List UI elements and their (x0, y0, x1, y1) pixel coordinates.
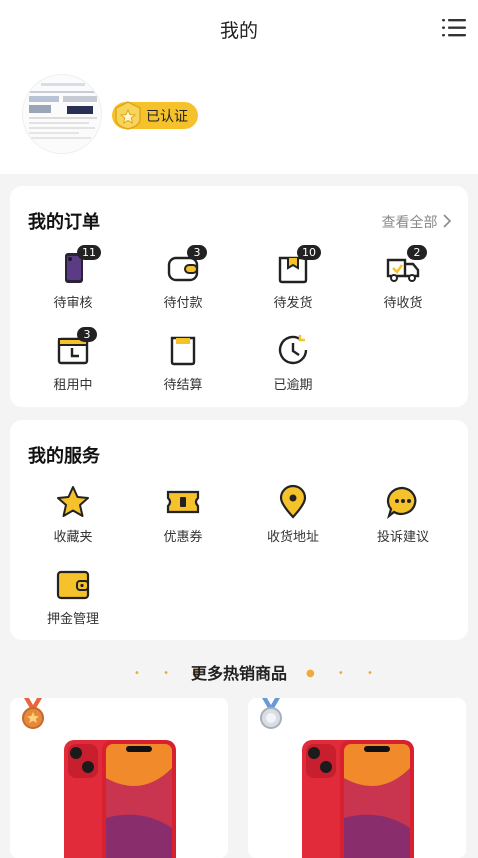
order-status-pending-settlement[interactable]: 待结算 (128, 332, 238, 393)
service-label: 收货地址 (266, 530, 319, 545)
product-card[interactable] (10, 698, 228, 858)
count-badge: 3 (77, 327, 97, 342)
service-label: 押金管理 (46, 612, 99, 627)
services-card: 我的服务 收藏夹 优惠券 收货地址 投诉建议 押金管理 (10, 420, 468, 640)
chat-bubble-icon (385, 484, 421, 520)
order-status-overdue[interactable]: 已逾期 (238, 332, 348, 393)
chevron-right-icon (442, 214, 452, 232)
document-icon (165, 332, 201, 368)
order-status-pending-receipt[interactable]: 2 待收货 (348, 245, 458, 311)
list-menu-icon[interactable] (442, 18, 466, 38)
box-icon: 10 (275, 245, 321, 286)
order-status-pending-review[interactable]: 11 待审核 (18, 245, 128, 311)
count-badge: 3 (187, 245, 207, 260)
order-status-renting[interactable]: 3 租用中 (18, 327, 128, 393)
avatar[interactable] (22, 74, 102, 154)
product-image (300, 738, 418, 858)
right-dots-decoration: ● • • (306, 668, 383, 679)
phone-thumbnail-icon: 11 (55, 245, 101, 286)
bronze-medal-icon (18, 698, 48, 730)
order-status-label: 待付款 (163, 296, 203, 311)
order-status-label: 待审核 (53, 296, 93, 311)
page-title: 我的 (219, 20, 258, 42)
profile-section: 已认证 (0, 58, 478, 174)
view-all-orders-link[interactable]: 查看全部 (382, 212, 452, 232)
service-deposit-management[interactable]: 押金管理 (18, 566, 128, 627)
service-favorites[interactable]: 收藏夹 (18, 484, 128, 545)
deposit-wallet-icon (55, 566, 91, 602)
verified-badge: 已认证 (112, 101, 198, 130)
verified-label: 已认证 (146, 108, 188, 125)
service-label: 优惠券 (163, 530, 203, 545)
service-coupons[interactable]: 优惠券 (128, 484, 238, 545)
view-all-label: 查看全部 (381, 215, 438, 231)
order-status-label: 已逾期 (273, 378, 313, 393)
wallet-icon: 3 (165, 245, 207, 286)
more-products-title: 更多热销商品 (190, 664, 287, 683)
count-badge: 10 (297, 245, 321, 260)
order-status-pending-shipment[interactable]: 10 待发货 (238, 245, 348, 311)
coupon-icon (165, 484, 201, 520)
order-status-label: 待发货 (273, 296, 313, 311)
service-address[interactable]: 收货地址 (238, 484, 348, 545)
verified-shield-icon (114, 101, 142, 130)
clock-icon (275, 332, 311, 368)
service-feedback[interactable]: 投诉建议 (348, 484, 458, 545)
calendar-clock-icon: 3 (55, 327, 97, 368)
orders-card: 我的订单 查看全部 11 待审核 3 待付款 10 待发货 2 待收货 3 租用… (10, 186, 468, 407)
star-icon (55, 484, 91, 520)
order-status-pending-payment[interactable]: 3 待付款 (128, 245, 238, 311)
count-badge: 2 (407, 245, 427, 260)
location-pin-icon (275, 484, 311, 520)
order-status-label: 待结算 (163, 378, 203, 393)
order-status-label: 待收货 (383, 296, 423, 311)
order-status-label: 租用中 (53, 378, 93, 393)
orders-title: 我的订单 (28, 212, 100, 233)
service-label: 投诉建议 (376, 530, 429, 545)
product-card[interactable] (248, 698, 466, 858)
silver-medal-icon (256, 698, 286, 730)
count-badge: 11 (77, 245, 101, 260)
product-image (62, 738, 180, 858)
services-title: 我的服务 (28, 446, 100, 467)
truck-icon: 2 (385, 245, 427, 286)
top-bar: 我的 (0, 0, 478, 58)
service-label: 收藏夹 (53, 530, 93, 545)
